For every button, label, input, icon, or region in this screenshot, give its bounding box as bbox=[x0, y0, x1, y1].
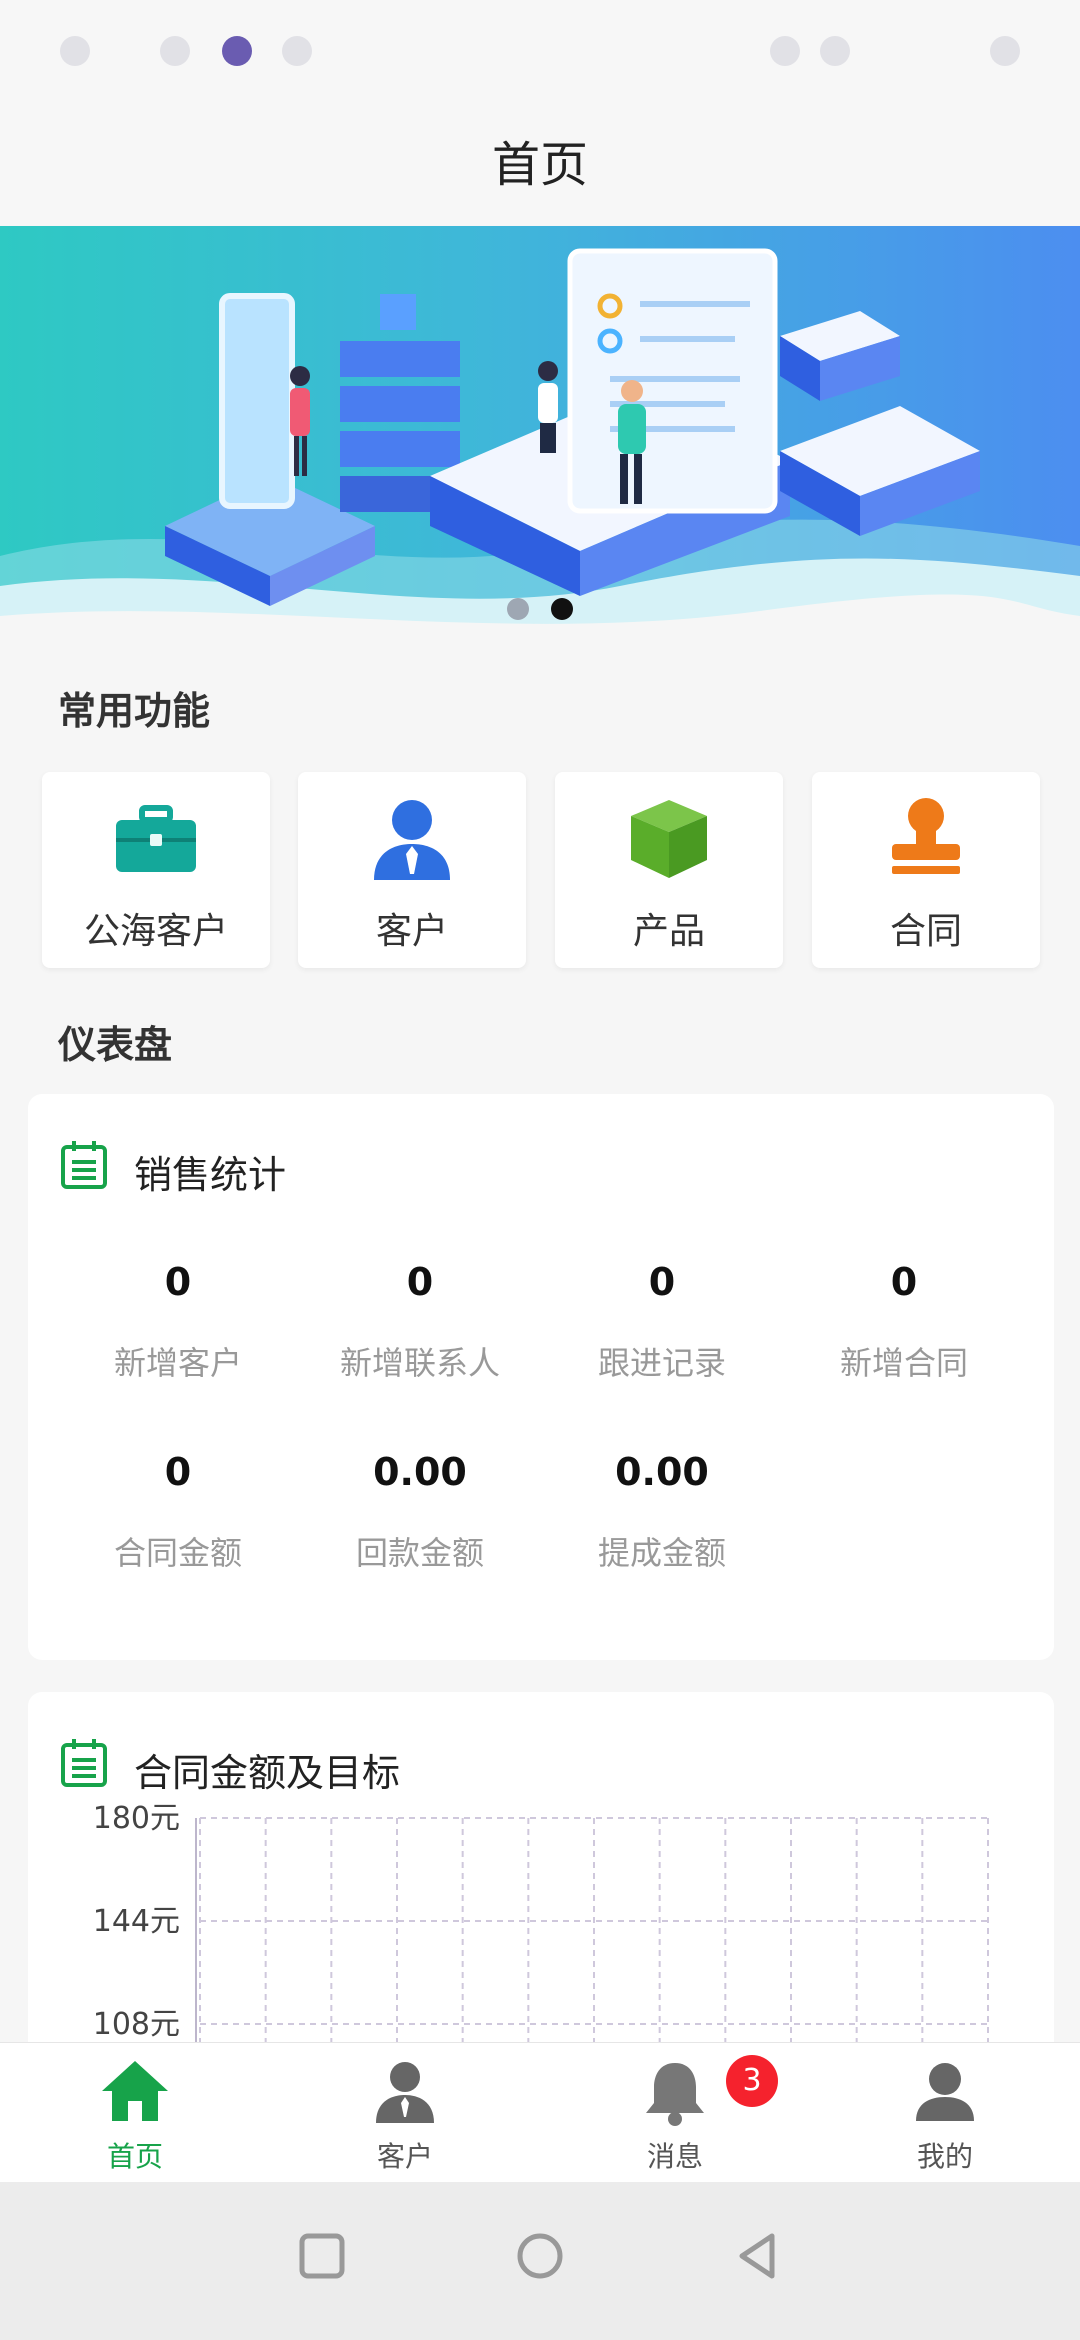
wifi-icon bbox=[820, 36, 850, 66]
box-icon bbox=[631, 800, 707, 878]
page-title: 首页 bbox=[491, 137, 588, 193]
nav-bar: 首页 bbox=[0, 105, 1080, 225]
status-icon bbox=[160, 36, 190, 66]
tab-customers[interactable]: 客户 bbox=[270, 2043, 540, 2183]
notification-icon bbox=[222, 36, 252, 66]
section-title-dashboard: 仪表盘 bbox=[58, 1023, 173, 1067]
user-icon bbox=[374, 800, 450, 880]
stat-new-contracts[interactable]: 0 新增合同 bbox=[782, 1260, 1026, 1384]
banner-illustration bbox=[0, 248, 1080, 646]
contract-chart-card: 合同金额及目标 180元 144元 108元 bbox=[28, 1692, 1054, 2092]
tab-profile[interactable]: 我的 bbox=[810, 2043, 1080, 2183]
stat-label: 新增联系人 bbox=[339, 1344, 500, 1382]
stat-label: 新增客户 bbox=[113, 1344, 242, 1382]
stamp-icon bbox=[892, 798, 960, 874]
battery-icon bbox=[990, 36, 1020, 66]
stat-label: 回款金额 bbox=[355, 1534, 484, 1572]
stat-value: 0 bbox=[890, 1260, 918, 1304]
stat-value: 0.00 bbox=[615, 1450, 709, 1494]
signal-icon bbox=[770, 36, 800, 66]
stat-value: 0 bbox=[164, 1260, 192, 1304]
stat-label: 合同金额 bbox=[113, 1534, 242, 1572]
home-icon bbox=[102, 2061, 168, 2121]
quick-item-label: 产品 bbox=[632, 911, 705, 952]
quick-item-products[interactable]: 产品 bbox=[555, 772, 783, 968]
system-nav-bar bbox=[0, 2182, 1080, 2340]
contract-amount-chart: 180元 144元 108元 bbox=[93, 1801, 989, 2092]
tab-label: 客户 bbox=[376, 2140, 433, 2173]
bell-icon bbox=[646, 2063, 704, 2126]
tab-label: 首页 bbox=[106, 2140, 163, 2173]
calendar-icon bbox=[61, 1141, 107, 1189]
carousel-dot[interactable] bbox=[507, 598, 529, 620]
status-bar bbox=[0, 0, 1080, 105]
quick-functions: 公海客户 客户 产品 合同 bbox=[42, 772, 1040, 968]
y-tick-label: 144元 bbox=[93, 1904, 180, 1939]
quick-item-label: 公海客户 bbox=[83, 911, 228, 952]
stat-new-contacts[interactable]: 0 新增联系人 bbox=[298, 1260, 542, 1384]
unread-badge: 3 bbox=[726, 2055, 778, 2107]
tab-messages[interactable]: 3 消息 bbox=[540, 2043, 810, 2183]
y-tick-label: 108元 bbox=[93, 2007, 180, 2042]
card-title: 销售统计 bbox=[134, 1153, 287, 1197]
bottom-tab-bar: 首页 客户 3 消息 我的 bbox=[0, 2042, 1080, 2182]
stat-label: 提成金额 bbox=[597, 1534, 726, 1572]
quick-item-label: 合同 bbox=[889, 911, 962, 952]
status-icon bbox=[60, 36, 90, 66]
sales-stats-card: 销售统计 0 新增客户 0 新增联系人 0 跟进记录 0 新增合同 0 合同金额… bbox=[28, 1094, 1054, 1660]
tab-label: 我的 bbox=[916, 2140, 973, 2173]
quick-item-label: 客户 bbox=[375, 911, 448, 952]
stat-value: 0 bbox=[164, 1450, 192, 1494]
quick-item-public-customers[interactable]: 公海客户 bbox=[42, 772, 270, 968]
stat-payment-amount[interactable]: 0.00 回款金额 bbox=[298, 1450, 542, 1574]
agent-icon bbox=[376, 2062, 434, 2123]
briefcase-icon bbox=[116, 805, 196, 872]
recent-apps-button[interactable] bbox=[292, 2226, 352, 2286]
stat-value: 0.00 bbox=[373, 1450, 467, 1494]
home-button[interactable] bbox=[510, 2226, 570, 2286]
quick-item-contracts[interactable]: 合同 bbox=[812, 772, 1040, 968]
stat-value: 0 bbox=[406, 1260, 434, 1304]
section-title-common: 常用功能 bbox=[58, 689, 211, 733]
carousel-indicator bbox=[0, 598, 1080, 620]
profile-icon bbox=[916, 2063, 974, 2121]
stat-commission-amount[interactable]: 0.00 提成金额 bbox=[540, 1450, 784, 1574]
banner-carousel[interactable] bbox=[0, 226, 1080, 646]
stat-label: 跟进记录 bbox=[597, 1344, 726, 1382]
tab-home[interactable]: 首页 bbox=[0, 2043, 270, 2183]
quick-item-customers[interactable]: 客户 bbox=[298, 772, 526, 968]
carousel-dot-active[interactable] bbox=[551, 598, 573, 620]
stat-follow-ups[interactable]: 0 跟进记录 bbox=[540, 1260, 784, 1384]
tab-label: 消息 bbox=[646, 2140, 703, 2173]
y-tick-label: 180元 bbox=[93, 1801, 180, 1836]
stat-contract-amount[interactable]: 0 合同金额 bbox=[56, 1450, 300, 1574]
status-icon bbox=[282, 36, 312, 66]
stat-label: 新增合同 bbox=[839, 1344, 968, 1382]
back-button[interactable] bbox=[728, 2226, 788, 2286]
stat-value: 0 bbox=[648, 1260, 676, 1304]
stat-new-customers[interactable]: 0 新增客户 bbox=[56, 1260, 300, 1384]
